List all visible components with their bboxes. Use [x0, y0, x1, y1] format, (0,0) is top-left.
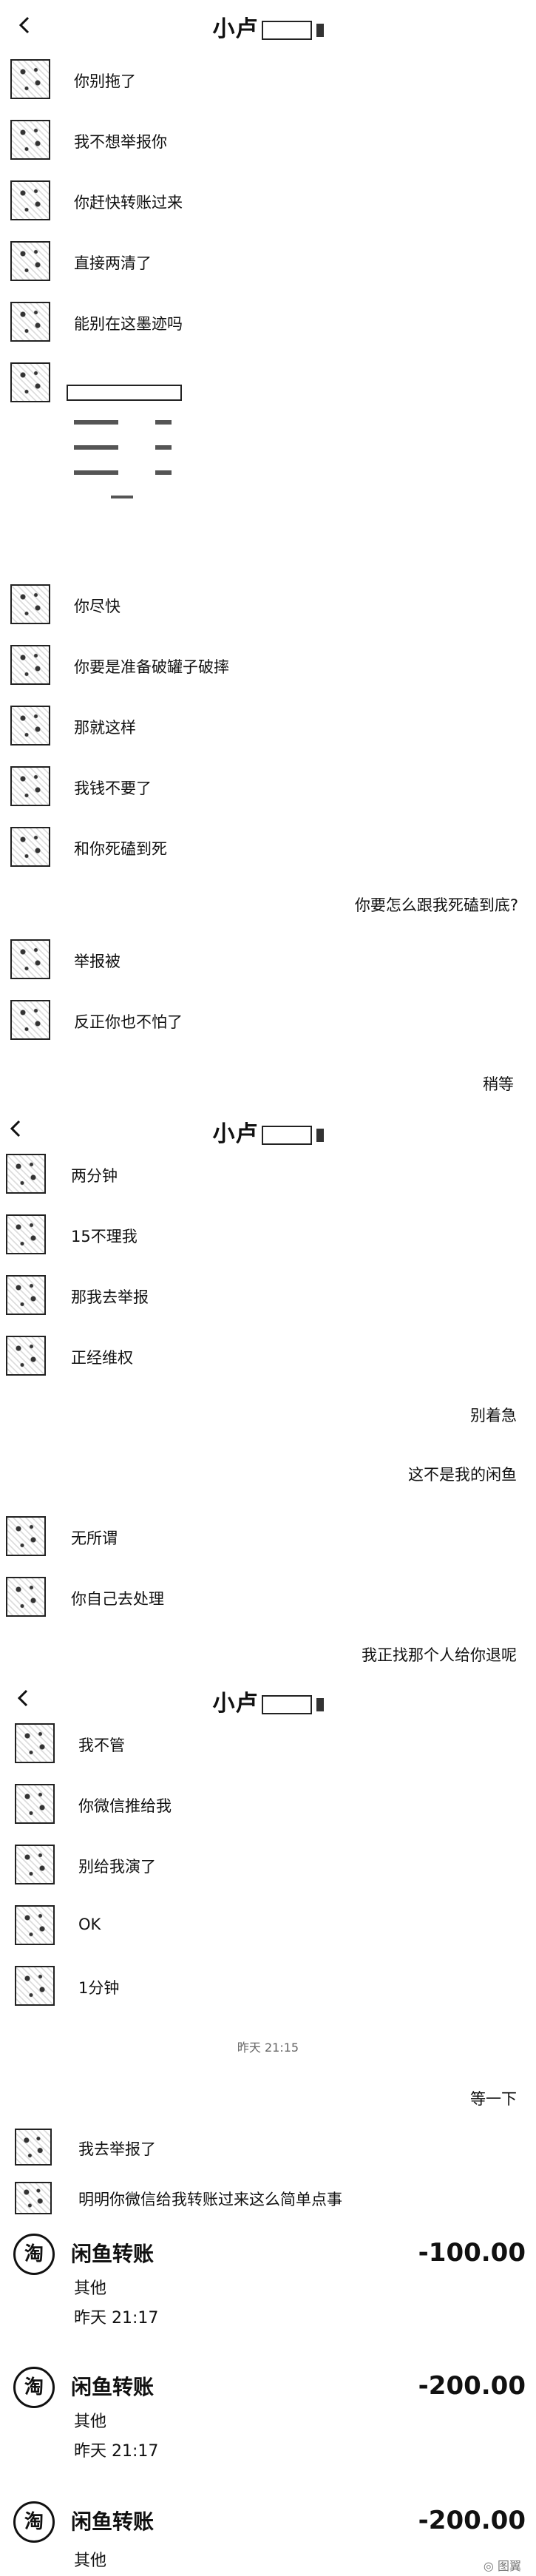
transfer-amount: -200.00	[418, 2506, 526, 2535]
avatar[interactable]	[10, 241, 50, 281]
avatar[interactable]	[10, 59, 50, 99]
message-text: 你别拖了	[74, 72, 136, 90]
avatar[interactable]	[10, 706, 50, 746]
transfer-title: 闲鱼转账	[71, 2375, 155, 2399]
watermark-text: 图翼	[497, 2559, 521, 2573]
avatar[interactable]	[6, 1516, 46, 1556]
avatar[interactable]	[6, 1275, 46, 1315]
transfer-record[interactable]: 淘 闲鱼转账 -200.00 其他 昨天 21:17	[0, 2367, 536, 2492]
message-text-self: 等一下	[470, 2090, 517, 2108]
message-text: 15不理我	[71, 1228, 138, 1245]
transfer-record[interactable]: 淘 闲鱼转账 -200.00 其他	[0, 2501, 536, 2575]
back-arrow-icon[interactable]	[13, 13, 37, 37]
transfer-category: 其他	[74, 2279, 107, 2298]
transfer-record[interactable]: 淘 闲鱼转账 -100.00 其他 昨天 21:17	[0, 2234, 536, 2359]
message-text: 正经维权	[71, 1349, 133, 1367]
message-text-self: 我正找那个人给你退呢	[362, 1646, 517, 1664]
message-text: 我钱不要了	[74, 780, 152, 797]
avatar[interactable]	[15, 1966, 55, 2006]
avatar[interactable]	[10, 827, 50, 867]
message-text: 反正你也不怕了	[74, 1013, 183, 1031]
wechat-icon: ◎	[483, 2559, 494, 2573]
transfer-title: 闲鱼转账	[71, 2509, 155, 2534]
message-text: 我不管	[78, 1737, 125, 1754]
message-text: 你赶快转账过来	[74, 194, 183, 212]
avatar[interactable]	[10, 584, 50, 624]
chat-header-2: 小卢	[0, 1109, 536, 1161]
message-text: 别给我演了	[78, 1858, 156, 1876]
message-text: 举报被	[74, 953, 121, 970]
image-message[interactable]	[67, 385, 182, 503]
message-text: 那就这样	[74, 719, 136, 737]
avatar[interactable]	[15, 2129, 52, 2166]
avatar[interactable]	[15, 1784, 55, 1824]
transfer-category: 其他	[74, 2413, 107, 2431]
avatar[interactable]	[15, 1845, 55, 1884]
message-text: 1分钟	[78, 1979, 120, 1997]
back-arrow-icon[interactable]	[4, 1117, 28, 1140]
chat-header-1: 小卢	[0, 0, 536, 52]
chat-timestamp: 昨天 21:15	[237, 2041, 299, 2055]
avatar[interactable]	[10, 362, 50, 402]
taobao-icon: 淘	[13, 2234, 55, 2275]
back-arrow-icon[interactable]	[12, 1686, 35, 1710]
message-text: 你尽快	[74, 598, 121, 615]
message-text-self: 这不是我的闲鱼	[408, 1466, 517, 1484]
chat-header-3: 小卢	[0, 1677, 536, 1729]
message-text: 你自己去处理	[71, 1590, 164, 1608]
avatar[interactable]	[10, 939, 50, 979]
message-text: 你微信推给我	[78, 1797, 172, 1815]
avatar[interactable]	[6, 1214, 46, 1254]
transfer-time: 昨天 21:17	[74, 2309, 159, 2327]
avatar[interactable]	[6, 1577, 46, 1617]
chat-title: 小卢	[213, 1115, 324, 1148]
taobao-icon: 淘	[13, 2501, 55, 2543]
avatar[interactable]	[15, 1905, 55, 1945]
chat-title: 小卢	[213, 1685, 324, 1717]
avatar[interactable]	[10, 1000, 50, 1040]
message-text: 明明你微信给我转账过来这么简单点事	[78, 2191, 342, 2208]
chat-title: 小卢	[213, 10, 324, 43]
transfer-time: 昨天 21:17	[74, 2442, 159, 2461]
message-text: 直接两清了	[74, 254, 152, 272]
message-text-self: 别着急	[470, 1407, 517, 1424]
message-text: 和你死磕到死	[74, 840, 167, 858]
message-text: 你要是准备破罐子破摔	[74, 658, 229, 676]
avatar[interactable]	[6, 1154, 46, 1194]
avatar[interactable]	[15, 1723, 55, 1763]
message-text: 能别在这墨迹吗	[74, 315, 183, 333]
message-text-self: 你要怎么跟我死磕到底?	[354, 896, 518, 914]
transfer-category: 其他	[74, 2552, 107, 2570]
taobao-icon: 淘	[13, 2367, 55, 2408]
avatar[interactable]	[10, 120, 50, 160]
avatar[interactable]	[10, 302, 50, 342]
avatar[interactable]	[10, 180, 50, 220]
message-text-self: 稍等	[483, 1075, 514, 1093]
transfer-title: 闲鱼转账	[71, 2242, 155, 2266]
avatar[interactable]	[10, 645, 50, 685]
message-text: 那我去举报	[71, 1288, 149, 1306]
watermark: ◎ 图翼	[484, 2556, 521, 2574]
message-text: 两分钟	[71, 1167, 118, 1185]
avatar[interactable]	[10, 766, 50, 806]
message-text: OK	[78, 1916, 101, 1933]
avatar[interactable]	[15, 2182, 52, 2214]
message-text: 我去举报了	[78, 2140, 156, 2158]
message-text: 我不想举报你	[74, 133, 167, 151]
transfer-amount: -200.00	[418, 2371, 526, 2401]
avatar[interactable]	[6, 1336, 46, 1376]
transfer-amount: -100.00	[418, 2238, 526, 2268]
message-text: 无所谓	[71, 1529, 118, 1547]
